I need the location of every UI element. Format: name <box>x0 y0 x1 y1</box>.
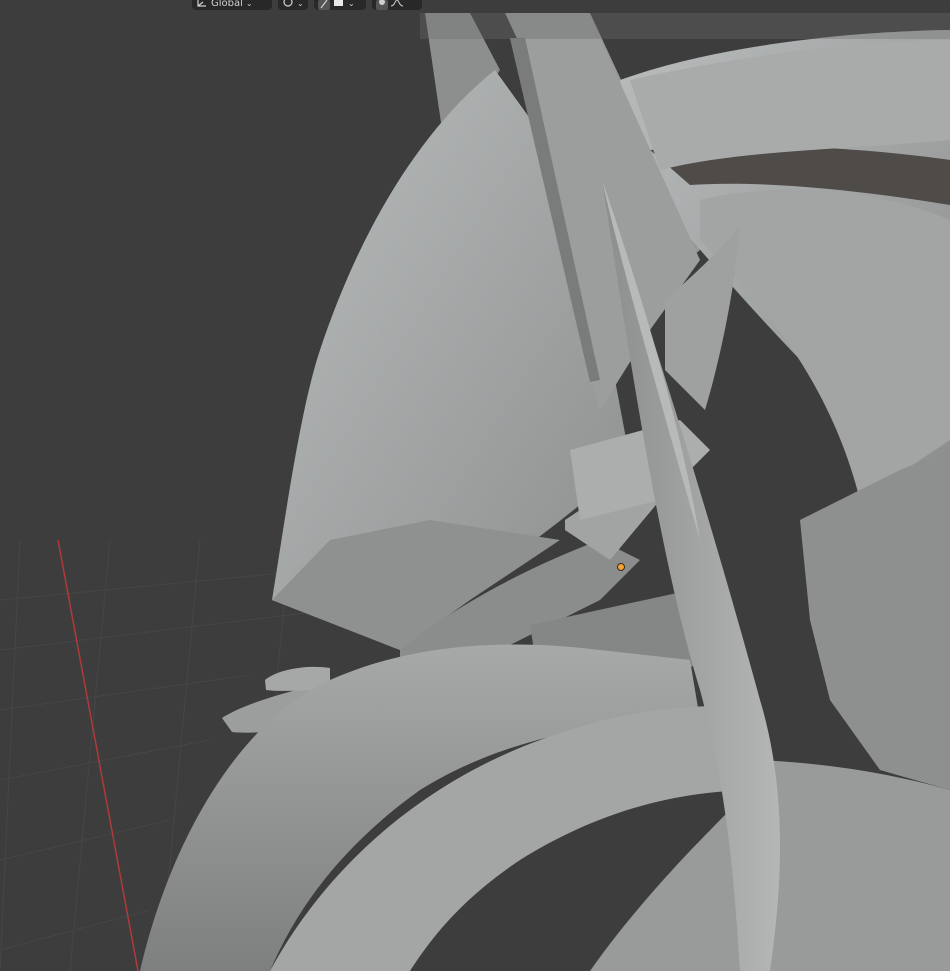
chevron-down-icon: ⌄ <box>245 0 253 8</box>
transform-orientation-label: Global <box>211 0 243 9</box>
viewport-top-strip <box>420 13 950 39</box>
snap-target-icon[interactable] <box>333 0 345 10</box>
3d-viewport[interactable]: Global ⌄ ⌄ ⌄ <box>0 0 950 971</box>
transform-orientation-dropdown[interactable]: Global ⌄ <box>192 0 272 10</box>
transform-orientation-icon <box>196 0 208 10</box>
proportional-editing-icon[interactable] <box>376 0 388 10</box>
pivot-point-icon <box>282 0 294 10</box>
pivot-point-dropdown[interactable]: ⌄ <box>278 0 308 10</box>
chevron-down-icon: ⌄ <box>297 0 304 8</box>
chevron-down-icon: ⌄ <box>348 0 355 8</box>
snap-toggle-group[interactable]: ⌄ <box>314 0 366 10</box>
viewport-canvas[interactable] <box>0 0 950 971</box>
mesh-side-plate <box>800 450 950 790</box>
object-origin-dot <box>617 563 625 571</box>
falloff-curve-icon[interactable] <box>391 0 403 10</box>
snap-icon[interactable] <box>318 0 330 10</box>
proportional-editing-group[interactable] <box>372 0 422 10</box>
viewport-header-toolbar: Global ⌄ ⌄ ⌄ <box>192 0 422 11</box>
